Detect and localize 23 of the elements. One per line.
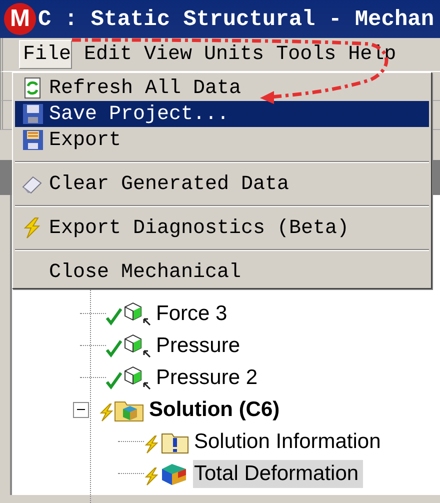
- tree-item[interactable]: Solution Information: [193, 428, 385, 456]
- cube-icon: [122, 365, 152, 391]
- menu-option[interactable]: Clear Generated Data: [15, 171, 429, 197]
- tree-item[interactable]: Solution (C6): [148, 396, 284, 424]
- menu-option[interactable]: Export Diagnostics (Beta): [15, 215, 429, 241]
- menu-item[interactable]: View: [141, 41, 192, 68]
- tree-item[interactable]: Pressure: [155, 332, 244, 360]
- menu-item[interactable]: Tools: [273, 41, 336, 68]
- menu-option[interactable]: Export: [15, 127, 429, 153]
- tree-item[interactable]: Force 3: [155, 300, 232, 328]
- menu-option[interactable]: Close Mechanical: [15, 259, 429, 285]
- menu-item[interactable]: Edit: [81, 41, 132, 68]
- window-title: C : Static Structural - Mechan: [38, 6, 434, 32]
- cube-icon: [122, 301, 152, 327]
- tree-item[interactable]: Total Deformation: [193, 460, 363, 488]
- menu-option[interactable]: Save Project...: [15, 101, 429, 127]
- tree-item[interactable]: Pressure 2: [155, 364, 262, 392]
- menu-item[interactable]: Units: [201, 41, 264, 68]
- menu-item[interactable]: File: [19, 40, 72, 69]
- cube-icon: [122, 333, 152, 359]
- app-logo: M: [4, 3, 36, 35]
- collapse-toggle[interactable]: [73, 402, 89, 418]
- menu-option[interactable]: Refresh All Data: [15, 75, 429, 101]
